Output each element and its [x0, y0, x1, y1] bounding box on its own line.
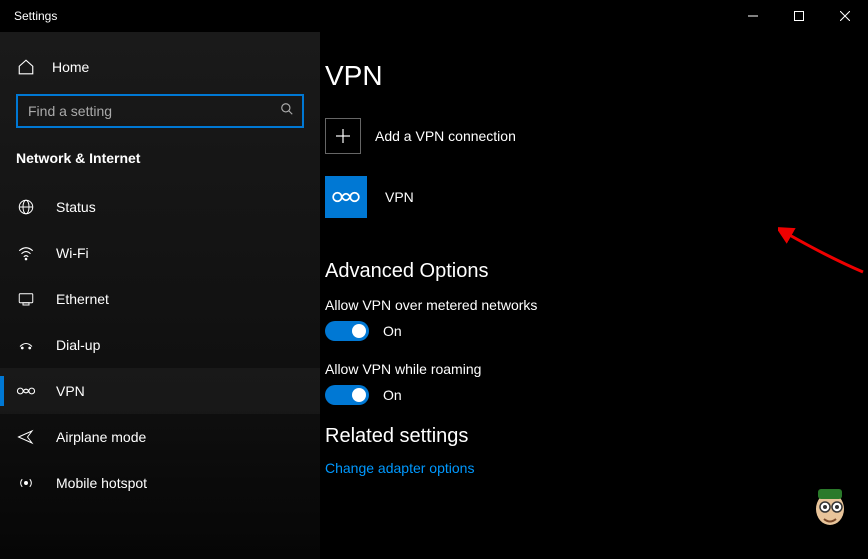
sidebar: Home Network & Internet Status — [0, 32, 320, 559]
option-metered-label: Allow VPN over metered networks — [325, 297, 848, 313]
search-input[interactable] — [28, 103, 280, 119]
change-adapter-link[interactable]: Change adapter options — [320, 460, 848, 476]
globe-icon — [16, 198, 36, 216]
option-roaming-label: Allow VPN while roaming — [325, 361, 848, 377]
mascot-icon — [810, 483, 850, 527]
option-metered: Allow VPN over metered networks On — [320, 297, 848, 341]
vpn-entry-label: VPN — [385, 189, 414, 205]
search-icon — [280, 102, 294, 121]
titlebar: Settings — [0, 0, 868, 32]
main-panel: VPN Add a VPN connection VPN Advanced Op… — [320, 32, 868, 559]
plus-icon — [325, 118, 361, 154]
toggle-metered-state: On — [383, 323, 402, 339]
airplane-icon — [16, 428, 36, 446]
sidebar-item-airplane[interactable]: Airplane mode — [0, 414, 320, 460]
wifi-icon — [16, 244, 36, 262]
home-nav[interactable]: Home — [0, 48, 320, 94]
minimize-button[interactable] — [730, 0, 776, 32]
add-vpn-row[interactable]: Add a VPN connection — [320, 118, 848, 154]
nav-label: VPN — [56, 383, 85, 399]
nav-label: Ethernet — [56, 291, 109, 307]
vpn-icon — [16, 382, 36, 400]
nav-label: Status — [56, 199, 96, 215]
nav-list: Status Wi-Fi Ethernet Dial-up VPN — [0, 184, 320, 506]
sidebar-item-hotspot[interactable]: Mobile hotspot — [0, 460, 320, 506]
close-button[interactable] — [822, 0, 868, 32]
sidebar-item-vpn[interactable]: VPN — [0, 368, 320, 414]
option-roaming: Allow VPN while roaming On — [320, 361, 848, 405]
sidebar-item-wifi[interactable]: Wi-Fi — [0, 230, 320, 276]
nav-label: Wi-Fi — [56, 245, 89, 261]
nav-label: Mobile hotspot — [56, 475, 147, 491]
home-icon — [16, 58, 36, 76]
related-settings-header: Related settings — [320, 425, 848, 448]
home-label: Home — [52, 59, 89, 75]
sidebar-item-ethernet[interactable]: Ethernet — [0, 276, 320, 322]
nav-label: Dial-up — [56, 337, 100, 353]
toggle-roaming[interactable] — [325, 385, 369, 405]
vpn-connection-item[interactable]: VPN — [320, 176, 848, 218]
sidebar-category: Network & Internet — [0, 150, 320, 184]
maximize-button[interactable] — [776, 0, 822, 32]
window-controls — [730, 0, 868, 32]
search-box[interactable] — [16, 94, 304, 128]
hotspot-icon — [16, 474, 36, 492]
page-title: VPN — [320, 60, 848, 92]
vpn-tile-icon — [325, 176, 367, 218]
window-title: Settings — [14, 9, 730, 23]
toggle-metered[interactable] — [325, 321, 369, 341]
sidebar-item-status[interactable]: Status — [0, 184, 320, 230]
advanced-options-header: Advanced Options — [320, 260, 848, 283]
dialup-icon — [16, 336, 36, 354]
ethernet-icon — [16, 290, 36, 308]
nav-label: Airplane mode — [56, 429, 146, 445]
sidebar-item-dialup[interactable]: Dial-up — [0, 322, 320, 368]
add-vpn-label: Add a VPN connection — [375, 128, 516, 144]
toggle-roaming-state: On — [383, 387, 402, 403]
